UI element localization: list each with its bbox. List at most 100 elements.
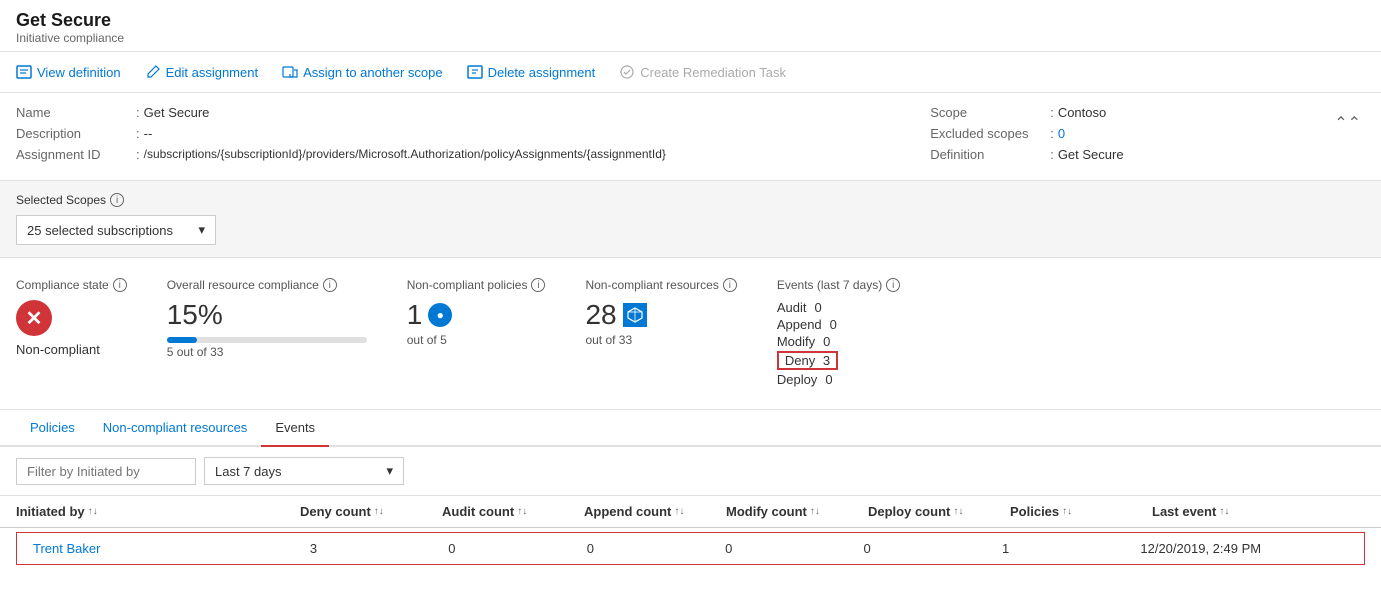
progress-bar — [167, 337, 367, 343]
scope-section-label: Selected Scopes i — [16, 193, 1365, 207]
meta-assignment-id-label: Assignment ID — [16, 147, 136, 162]
sort-append-count-icon[interactable]: ↑↓ — [674, 506, 684, 517]
page-title: Get Secure — [16, 10, 1365, 31]
view-definition-button[interactable]: View definition — [16, 60, 121, 84]
events-modify-line: Modify 0 — [777, 334, 900, 349]
meta-assignment-id-value: /subscriptions/{subscriptionId}/provider… — [144, 147, 666, 162]
create-remediation-task-button[interactable]: Create Remediation Task — [619, 60, 786, 84]
events-audit-line: Audit 0 — [777, 300, 900, 315]
non-compliant-policies-title: Non-compliant policies i — [407, 278, 546, 292]
col-header-modify-count: Modify count ↑↓ — [726, 504, 868, 519]
cell-deploy-count: 0 — [864, 541, 1002, 556]
time-range-dropdown[interactable]: Last 7 days ▾ — [204, 457, 404, 485]
sort-initiated-by-icon[interactable]: ↑↓ — [88, 506, 98, 517]
tab-policies[interactable]: Policies — [16, 410, 89, 445]
overall-resource-sub: 5 out of 33 — [167, 345, 367, 359]
resource-cube-icon — [623, 303, 647, 327]
col-header-deploy-count: Deploy count ↑↓ — [868, 504, 1010, 519]
edit-icon — [145, 64, 161, 80]
events-deny-box: Deny 3 — [777, 351, 838, 370]
meta-left: Name : Get Secure Description : -- Assig… — [16, 105, 930, 168]
trent-baker-link[interactable]: Trent Baker — [33, 541, 100, 556]
non-compliant-policies-info-icon: i — [531, 278, 545, 292]
non-compliant-policies-sub: out of 5 — [407, 333, 546, 347]
edit-assignment-button[interactable]: Edit assignment — [145, 60, 259, 84]
meta-definition-value: Get Secure — [1058, 147, 1124, 162]
non-compliant-policies-value: 1 — [407, 300, 423, 331]
sort-last-event-icon[interactable]: ↑↓ — [1219, 506, 1229, 517]
col-header-initiated-by: Initiated by ↑↓ — [16, 504, 300, 519]
meta-definition-label: Definition — [930, 147, 1050, 162]
chevron-down-icon: ▾ — [386, 463, 393, 479]
table-header: Initiated by ↑↓ Deny count ↑↓ Audit coun… — [0, 496, 1381, 528]
compliance-state-title: Compliance state i — [16, 278, 127, 292]
meta-excluded-scopes-label: Excluded scopes — [930, 126, 1050, 141]
events-deploy-line: Deploy 0 — [777, 372, 900, 387]
meta-name-value: Get Secure — [144, 105, 210, 120]
overall-resource-info-icon: i — [323, 278, 337, 292]
non-compliant-icon: ✕ — [16, 300, 52, 336]
table-row: Trent Baker 3 0 0 0 0 1 12/20/2019, 2:49… — [16, 532, 1365, 565]
meta-scope-label: Scope — [930, 105, 1050, 120]
page-header: Get Secure Initiative compliance — [0, 0, 1381, 52]
compliance-state-block: Compliance state i ✕ Non-compliant — [16, 278, 127, 389]
meta-description-label: Description — [16, 126, 136, 141]
compliance-state-info-icon: i — [113, 278, 127, 292]
tab-events[interactable]: Events — [261, 410, 329, 447]
cell-append-count: 0 — [587, 541, 725, 556]
assign-to-another-scope-button[interactable]: Assign to another scope — [282, 60, 442, 84]
remediation-icon — [619, 64, 635, 80]
compliance-state-value: Non-compliant — [16, 342, 127, 357]
meta-section: Name : Get Secure Description : -- Assig… — [0, 93, 1381, 181]
cell-last-event: 12/20/2019, 2:49 PM — [1140, 541, 1348, 556]
table-section: Initiated by ↑↓ Deny count ↑↓ Audit coun… — [0, 496, 1381, 565]
meta-assignment-id-row: Assignment ID : /subscriptions/{subscrip… — [16, 147, 930, 162]
tab-non-compliant-resources[interactable]: Non-compliant resources — [89, 410, 262, 445]
scope-dropdown[interactable]: 25 selected subscriptions ▾ — [16, 215, 216, 245]
view-definition-icon — [16, 64, 32, 80]
policy-icon: ● — [428, 303, 452, 327]
cell-modify-count: 0 — [725, 541, 863, 556]
col-header-policies: Policies ↑↓ — [1010, 504, 1152, 519]
toolbar: View definition Edit assignment Assign t… — [0, 52, 1381, 93]
meta-excluded-scopes-value[interactable]: 0 — [1058, 126, 1065, 141]
overall-resource-percent: 15% — [167, 300, 367, 331]
col-header-last-event: Last event ↑↓ — [1152, 504, 1365, 519]
page-subtitle: Initiative compliance — [16, 31, 1365, 45]
sort-modify-count-icon[interactable]: ↑↓ — [810, 506, 820, 517]
events-append-line: Append 0 — [777, 317, 900, 332]
non-compliant-resources-info-icon: i — [723, 278, 737, 292]
tabs-section: Policies Non-compliant resources Events — [0, 410, 1381, 447]
non-compliant-resources-sub: out of 33 — [585, 333, 736, 347]
cell-audit-count: 0 — [448, 541, 586, 556]
non-compliant-policies-block: Non-compliant policies i 1 ● out of 5 — [407, 278, 546, 389]
overall-resource-block: Overall resource compliance i 15% 5 out … — [167, 278, 367, 389]
stats-section: Compliance state i ✕ Non-compliant Overa… — [0, 258, 1381, 410]
non-compliant-resources-title: Non-compliant resources i — [585, 278, 736, 292]
delete-assignment-button[interactable]: Delete assignment — [467, 60, 596, 84]
meta-scope-row: Scope : Contoso — [930, 105, 1330, 120]
progress-bar-fill — [167, 337, 197, 343]
events-title: Events (last 7 days) i — [777, 278, 900, 292]
scope-section: Selected Scopes i 25 selected subscripti… — [0, 181, 1381, 258]
collapse-button[interactable]: ⌃⌃ — [1330, 109, 1365, 137]
sort-deploy-count-icon[interactable]: ↑↓ — [953, 506, 963, 517]
filter-by-initiated-by-input[interactable] — [16, 458, 196, 485]
meta-scope-value: Contoso — [1058, 105, 1106, 120]
sort-audit-count-icon[interactable]: ↑↓ — [517, 506, 527, 517]
sort-deny-count-icon[interactable]: ↑↓ — [374, 506, 384, 517]
meta-excluded-scopes-row: Excluded scopes : 0 — [930, 126, 1330, 141]
scope-info-icon: i — [110, 193, 124, 207]
delete-icon — [467, 64, 483, 80]
meta-name-row: Name : Get Secure — [16, 105, 930, 120]
events-block: Events (last 7 days) i Audit 0 Append 0 … — [777, 278, 900, 389]
non-compliant-resources-block: Non-compliant resources i 28 out of 33 — [585, 278, 736, 389]
meta-name-label: Name — [16, 105, 136, 120]
non-compliant-resources-value: 28 — [585, 300, 616, 331]
events-info-icon: i — [886, 278, 900, 292]
sort-policies-icon[interactable]: ↑↓ — [1062, 506, 1072, 517]
col-header-append-count: Append count ↑↓ — [584, 504, 726, 519]
meta-description-row: Description : -- — [16, 126, 930, 141]
cell-deny-count: 3 — [310, 541, 448, 556]
events-deny-line: Deny 3 — [777, 351, 900, 370]
